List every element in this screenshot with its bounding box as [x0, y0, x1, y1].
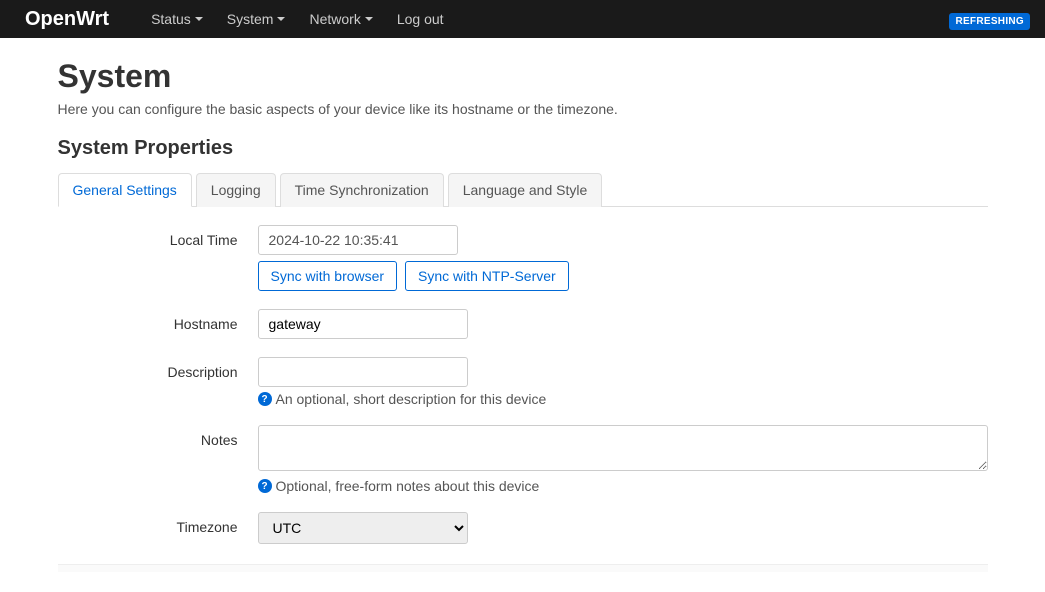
page-description: Here you can configure the basic aspects…: [58, 101, 988, 117]
description-hint: ? An optional, short description for thi…: [258, 391, 988, 407]
nav-system[interactable]: System: [215, 0, 298, 38]
notes-textarea[interactable]: [258, 425, 988, 471]
footer-divider: [58, 564, 988, 572]
refreshing-badge[interactable]: REFRESHING: [949, 13, 1030, 30]
tab-time-sync[interactable]: Time Synchronization: [280, 173, 444, 207]
label-description: Description: [58, 357, 258, 380]
page-title: System: [58, 58, 988, 95]
main-container: System Here you can configure the basic …: [43, 38, 1003, 592]
tab-language-style[interactable]: Language and Style: [448, 173, 603, 207]
nav-status[interactable]: Status: [139, 0, 215, 38]
chevron-down-icon: [365, 17, 373, 21]
help-icon: ?: [258, 479, 272, 493]
local-time-value: 2024-10-22 10:35:41: [258, 225, 458, 255]
hostname-input[interactable]: [258, 309, 468, 339]
sync-ntp-button[interactable]: Sync with NTP-Server: [405, 261, 569, 291]
label-hostname: Hostname: [58, 309, 258, 332]
chevron-down-icon: [277, 17, 285, 21]
tab-general-settings[interactable]: General Settings: [58, 173, 192, 207]
row-description: Description ? An optional, short descrip…: [58, 357, 988, 407]
row-timezone: Timezone UTC: [58, 512, 988, 544]
nav-logout[interactable]: Log out: [385, 0, 456, 38]
timezone-select[interactable]: UTC: [258, 512, 468, 544]
row-local-time: Local Time 2024-10-22 10:35:41 Sync with…: [58, 225, 988, 291]
sync-browser-button[interactable]: Sync with browser: [258, 261, 398, 291]
navbar: OpenWrt Status System Network Log out RE…: [0, 0, 1045, 38]
nav-network[interactable]: Network: [297, 0, 384, 38]
row-hostname: Hostname: [58, 309, 988, 339]
row-notes: Notes ? Optional, free-form notes about …: [58, 425, 988, 494]
section-title: System Properties: [58, 137, 988, 160]
brand[interactable]: OpenWrt: [15, 8, 119, 31]
help-icon: ?: [258, 392, 272, 406]
chevron-down-icon: [195, 17, 203, 21]
label-local-time: Local Time: [58, 225, 258, 248]
notes-hint: ? Optional, free-form notes about this d…: [258, 478, 988, 494]
tabs: General Settings Logging Time Synchroniz…: [58, 172, 988, 207]
description-input[interactable]: [258, 357, 468, 387]
label-notes: Notes: [58, 425, 258, 448]
label-timezone: Timezone: [58, 512, 258, 535]
nav-right: REFRESHING: [949, 11, 1030, 27]
tab-logging[interactable]: Logging: [196, 173, 276, 207]
